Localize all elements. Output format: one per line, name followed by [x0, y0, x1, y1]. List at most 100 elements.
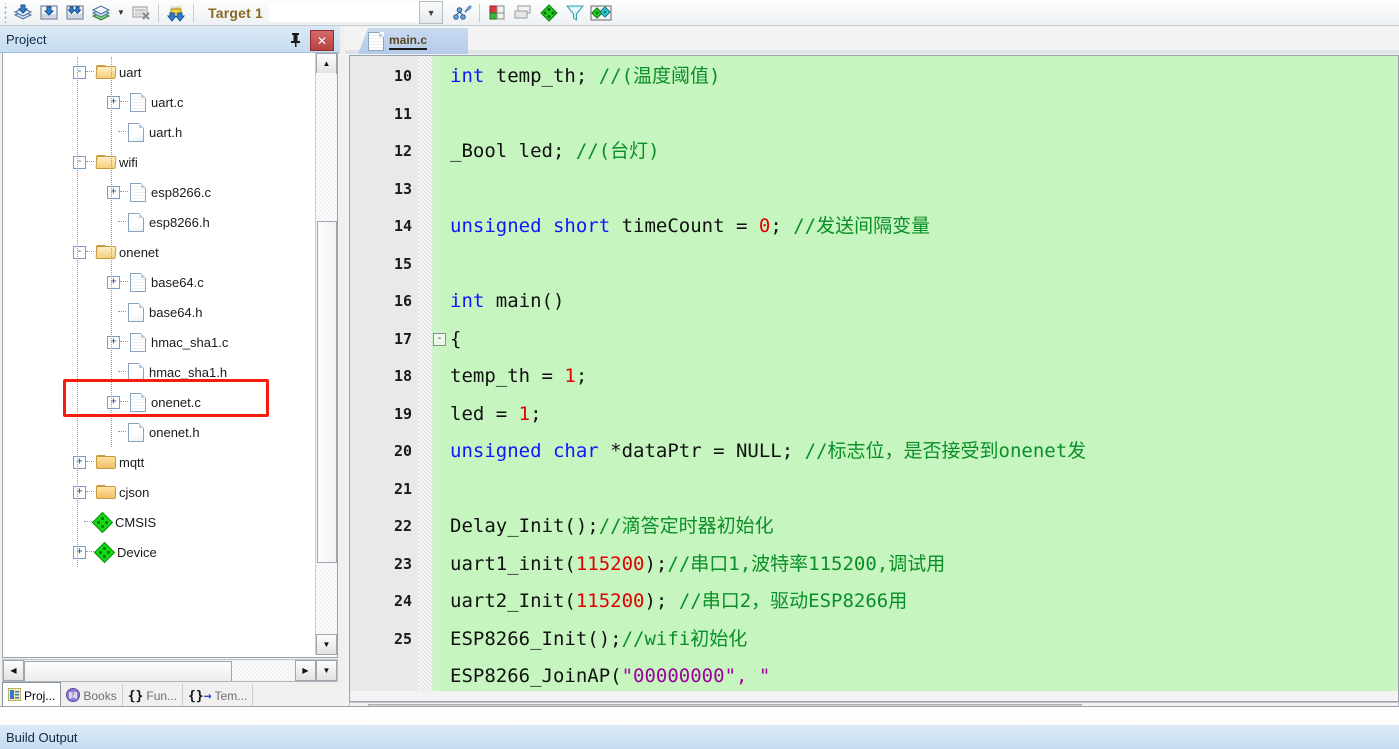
tree-item-cjson[interactable]: + cjson [3, 477, 315, 507]
tree-item-uart[interactable]: - uart [3, 57, 315, 87]
tree-connector [86, 251, 94, 253]
tree-item-Device[interactable]: + Device [3, 537, 315, 567]
hscroll-track[interactable] [24, 661, 295, 682]
tree-item-mqtt[interactable]: + mqtt [3, 447, 315, 477]
manage-runtime-env-icon[interactable] [449, 2, 475, 24]
vscroll-track[interactable] [316, 73, 337, 635]
new-window-icon[interactable] [484, 2, 510, 24]
code-lines[interactable]: 10 int temp_th; //(温度阈值) 11 12 _Bool led; //… [350, 56, 1398, 701]
collapse-toggle-icon[interactable]: - [73, 155, 86, 169]
code-text: ESP8266_JoinAP("00000000", " [450, 658, 770, 696]
project-tab-Books[interactable]: ? Books [61, 684, 123, 708]
toolbar-grip[interactable] [2, 2, 10, 23]
batch-build-dropdown-icon[interactable]: ▼ [114, 2, 128, 24]
code-line[interactable]: 10 int temp_th; //(温度阈值) [350, 58, 1398, 96]
code-line[interactable]: 25 ESP8266_Init();//wifi初始化 [350, 621, 1398, 659]
expand-toggle-icon[interactable]: + [107, 395, 120, 409]
multi-project-icon[interactable] [510, 2, 536, 24]
scroll-dropdown-icon[interactable]: ▼ [316, 660, 337, 681]
code-line[interactable]: 12 _Bool led; //(台灯) [350, 133, 1398, 171]
code-line[interactable]: 19 led = 1; [350, 396, 1398, 434]
code-token: //发送间隔变量 [793, 215, 931, 237]
code-line[interactable]: ESP8266_JoinAP("00000000", " [350, 658, 1398, 696]
scroll-down-icon[interactable]: ▼ [316, 634, 337, 655]
project-tab-Fun[interactable]: {} Fun... [123, 684, 184, 708]
project-tree-hscrollbar[interactable]: ◀ ▶ ▼ [2, 659, 338, 682]
project-tab-Tem[interactable]: {}→ Tem... [183, 684, 254, 708]
tree-item-onenet-h[interactable]: onenet.h [3, 417, 315, 447]
tree-item-base64-c[interactable]: + base64.c [3, 267, 315, 297]
pack-installer-icon[interactable] [588, 2, 614, 24]
translate-file-icon[interactable] [128, 2, 154, 24]
tree-item-uart-h[interactable]: uart.h [3, 117, 315, 147]
code-fold-toggle-icon[interactable]: - [433, 332, 446, 346]
hscroll-thumb[interactable] [24, 661, 232, 682]
tree-item-hmac_sha1-h[interactable]: hmac_sha1.h [3, 357, 315, 387]
code-token: //串口2，驱动ESP8266用 [678, 590, 908, 612]
collapse-toggle-icon[interactable]: - [73, 245, 86, 259]
expand-toggle-icon[interactable]: + [73, 485, 86, 499]
code-editor[interactable]: 10 int temp_th; //(温度阈值) 11 12 _Bool led; //… [349, 55, 1399, 702]
tree-item-onenet-c[interactable]: + onenet.c [3, 387, 315, 417]
code-line[interactable]: 13 [350, 171, 1398, 209]
code-line[interactable]: 16 int main() [350, 283, 1398, 321]
scroll-up-icon[interactable]: ▲ [316, 53, 337, 74]
tree-item-esp8266-h[interactable]: esp8266.h [3, 207, 315, 237]
expand-toggle-icon[interactable]: + [73, 545, 86, 559]
collapse-toggle-icon[interactable]: - [73, 65, 86, 79]
options-for-target-icon[interactable]: Load [163, 2, 189, 24]
tree-item-label: onenet [119, 244, 159, 260]
tree-item-label: uart.h [149, 124, 183, 140]
tab-main-c[interactable]: main.c [358, 28, 468, 54]
h-file-icon [128, 422, 144, 442]
code-line[interactable]: 14 unsigned short timeCount = 0; //发送间隔变量 [350, 208, 1398, 246]
batch-build-icon[interactable] [88, 2, 114, 24]
scroll-right-icon[interactable]: ▶ [295, 660, 316, 681]
code-token: //滴答定时器初始化 [598, 515, 774, 537]
chevron-down-icon[interactable]: ▼ [419, 1, 444, 24]
tree-connector [120, 101, 128, 103]
tree-item-label: onenet.h [149, 424, 200, 440]
project-panel-titlebar: Project ✕ [0, 26, 340, 53]
code-line[interactable]: 22 Delay_Init();//滴答定时器初始化 [350, 508, 1398, 546]
download-to-flash-icon[interactable] [36, 2, 62, 24]
filter-icon[interactable] [562, 2, 588, 24]
expand-toggle-icon[interactable]: + [73, 455, 86, 469]
tree-item-uart-c[interactable]: + uart.c [3, 87, 315, 117]
expand-toggle-icon[interactable]: + [107, 95, 120, 109]
expand-toggle-icon[interactable]: + [107, 185, 120, 199]
tree-item-wifi[interactable]: - wifi [3, 147, 315, 177]
download-all-icon[interactable] [62, 2, 88, 24]
code-line[interactable]: 15 [350, 246, 1398, 284]
target-select[interactable] [269, 3, 420, 22]
tree-item-base64-h[interactable]: base64.h [3, 297, 315, 327]
tree-item-label: mqtt [119, 454, 145, 470]
tree-item-label: base64.h [149, 304, 203, 320]
tree-item-CMSIS[interactable]: CMSIS [3, 507, 315, 537]
code-line[interactable]: 21 [350, 471, 1398, 509]
code-line[interactable]: 20 unsigned char *dataPtr = NULL; //标志位，… [350, 433, 1398, 471]
vscroll-thumb[interactable] [317, 221, 337, 563]
build-target-icon[interactable] [10, 2, 36, 24]
tree-item-onenet[interactable]: - onenet [3, 237, 315, 267]
diamond-green-icon[interactable] [536, 2, 562, 24]
project-tree[interactable]: - uart + uart.c uart.h - wifi + esp8266.c esp8266… [3, 53, 315, 655]
code-line[interactable]: 11 [350, 96, 1398, 134]
code-line[interactable]: 18 temp_th = 1; [350, 358, 1398, 396]
expand-toggle-icon[interactable]: + [107, 335, 120, 349]
code-line[interactable]: 24 uart2_Init(115200); //串口2，驱动ESP8266用 [350, 583, 1398, 621]
tree-item-esp8266-c[interactable]: + esp8266.c [3, 177, 315, 207]
code-line[interactable]: 17 -{ [350, 321, 1398, 359]
close-icon[interactable]: ✕ [310, 30, 334, 51]
project-tree-vscrollbar[interactable]: ▲ ▼ [315, 53, 337, 655]
code-token: ESP8266_Init(); [450, 627, 622, 650]
tree-item-label: onenet.c [151, 394, 201, 410]
scroll-left-icon[interactable]: ◀ [3, 660, 24, 681]
expand-toggle-icon[interactable]: + [107, 275, 120, 289]
svg-text:?: ? [72, 692, 75, 699]
code-line[interactable]: 23 uart1_init(115200);//串口1,波特率115200,调试… [350, 546, 1398, 584]
tree-item-hmac_sha1-c[interactable]: + hmac_sha1.c [3, 327, 315, 357]
project-tree-container[interactable]: - uart + uart.c uart.h - wifi + esp8266.c esp8266… [2, 53, 338, 658]
pin-icon[interactable] [286, 30, 304, 48]
project-tab-Proj[interactable]: Proj... [2, 682, 62, 708]
